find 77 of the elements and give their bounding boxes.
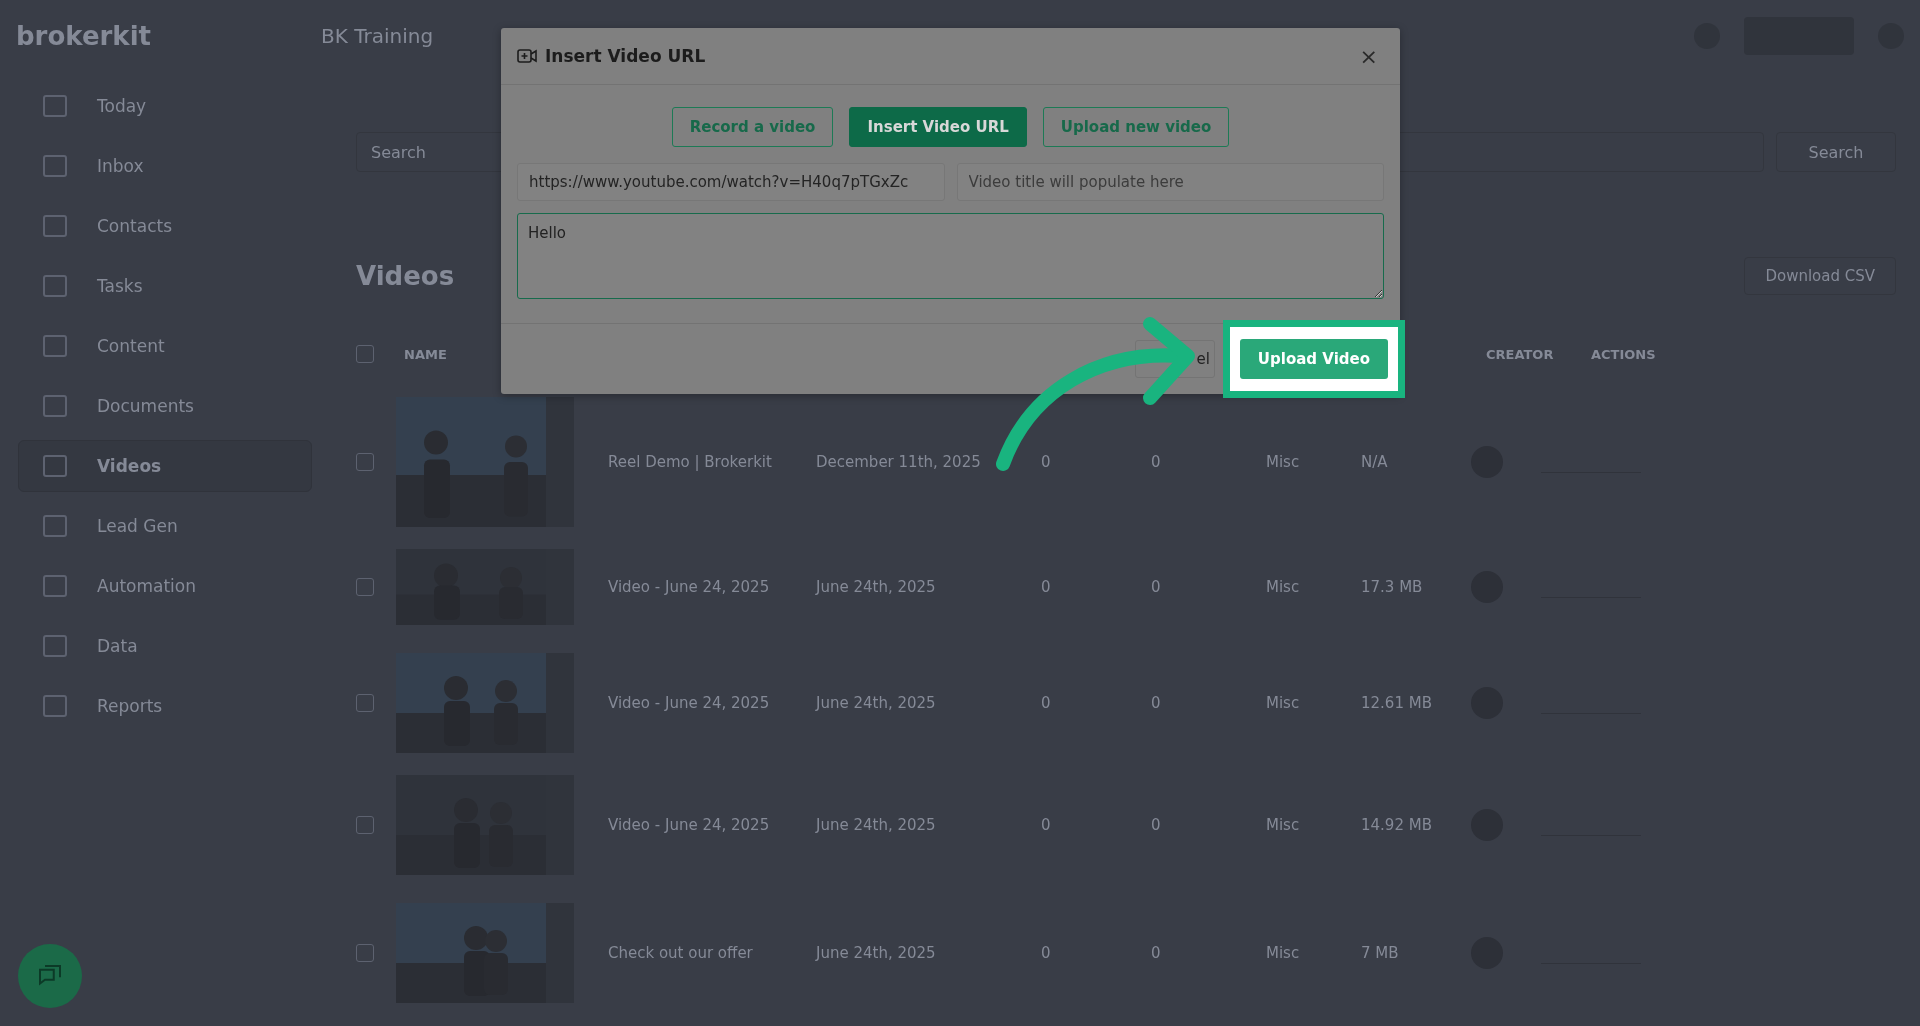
video-name[interactable]: Check out our offer: [586, 944, 816, 962]
nav-icon: [43, 395, 67, 417]
sidebar-item[interactable]: Tasks: [18, 260, 312, 312]
nav-icon: [43, 95, 67, 117]
video-name[interactable]: Video - June 24, 2025: [586, 578, 816, 596]
table-cell-text: 0: [1151, 578, 1162, 596]
checkbox[interactable]: [356, 578, 374, 596]
checkbox[interactable]: [356, 453, 374, 471]
title-field[interactable]: Video title will populate here: [956, 163, 1384, 201]
table-cell-text: 0: [1151, 944, 1162, 962]
checkbox[interactable]: [356, 944, 374, 962]
page-heading: Videos: [356, 261, 455, 291]
tab[interactable]: Record a video: [671, 107, 834, 147]
nav-icon: [43, 575, 67, 597]
table-cell-text: 0: [1041, 453, 1052, 471]
checkbox[interactable]: [356, 694, 374, 712]
sidebar-item[interactable]: Content: [18, 320, 312, 372]
table-cell-text: Misc: [1266, 816, 1301, 834]
table-cell-text: 0: [1041, 816, 1052, 834]
column-header: ACTIONS: [1591, 346, 1656, 362]
video-icon: [517, 49, 537, 63]
description-field[interactable]: Hello: [517, 213, 1384, 299]
nav-icon: [43, 515, 67, 537]
table-cell-text: 0: [1151, 816, 1162, 834]
nav-icon: [43, 635, 67, 657]
table-cell-text: 14.92 MB: [1361, 816, 1433, 834]
tab[interactable]: Insert Video URL: [849, 107, 1027, 147]
nav-icon: [43, 335, 67, 357]
table-cell-text: June 24th, 2025: [816, 944, 937, 962]
table-cell-text: 17.3 MB: [1361, 578, 1424, 596]
tab[interactable]: Upload new video: [1042, 107, 1230, 147]
table-cell-text: Misc: [1266, 694, 1301, 712]
workspace-name[interactable]: BK Training: [321, 24, 434, 48]
cancel-button[interactable]: el: [1135, 340, 1215, 378]
video-name[interactable]: Video - June 24, 2025: [586, 694, 816, 712]
video-name[interactable]: Video - June 24, 2025: [586, 816, 816, 834]
table-cell-text: 0: [1041, 944, 1052, 962]
table-cell-text: June 24th, 2025: [816, 816, 937, 834]
nav-icon: [43, 155, 67, 177]
table-cell-text: 12.61 MB: [1361, 694, 1433, 712]
column-header: CREATOR: [1486, 346, 1554, 362]
sidebar-item[interactable]: Lead Gen: [18, 500, 312, 552]
nav-icon: [43, 455, 67, 477]
table-cell-text: Misc: [1266, 578, 1301, 596]
modal-title: Insert Video URL: [545, 46, 706, 66]
sidebar-item[interactable]: Today: [18, 80, 312, 132]
table-cell-text: June 24th, 2025: [816, 578, 937, 596]
checkbox[interactable]: [356, 816, 374, 834]
table-cell-text: December 11th, 2025: [816, 453, 982, 471]
table-cell-text: 0: [1151, 453, 1162, 471]
checkbox[interactable]: [356, 345, 374, 363]
sidebar-item[interactable]: Contacts: [18, 200, 312, 252]
nav-icon: [43, 215, 67, 237]
table-cell-text: Misc: [1266, 453, 1301, 471]
table-cell-text: 0: [1041, 578, 1052, 596]
table-cell-text: 7 MB: [1361, 944, 1400, 962]
table-cell-text: June 24th, 2025: [816, 694, 937, 712]
column-header: NAME: [403, 346, 447, 362]
table-cell-text: N/A: [1361, 453, 1389, 471]
sidebar-item[interactable]: Reports: [18, 680, 312, 732]
sidebar-item[interactable]: Data: [18, 620, 312, 672]
nav-icon: [43, 695, 67, 717]
table-cell-text: Misc: [1266, 944, 1301, 962]
upload-button[interactable]: Upload Video: [1239, 339, 1388, 379]
download-button[interactable]: Download CSV: [1744, 257, 1896, 295]
sidebar-item[interactable]: Videos: [18, 440, 312, 492]
close-button[interactable]: ×: [1353, 42, 1384, 70]
nav-icon: [43, 275, 67, 297]
sidebar-item[interactable]: Documents: [18, 380, 312, 432]
url-field[interactable]: https://www.youtube.com/watch?v=H40q7pTGxZc: [517, 163, 945, 201]
search-button[interactable]: Search: [1776, 132, 1896, 172]
table-cell-text: 0: [1151, 694, 1162, 712]
sidebar-item[interactable]: Automation: [18, 560, 312, 612]
video-name[interactable]: Reel Demo | Brokerkit: [586, 453, 816, 471]
table-cell-text: 0: [1041, 694, 1052, 712]
logo[interactable]: brokerkit: [16, 21, 151, 51]
sidebar-item[interactable]: Inbox: [18, 140, 312, 192]
